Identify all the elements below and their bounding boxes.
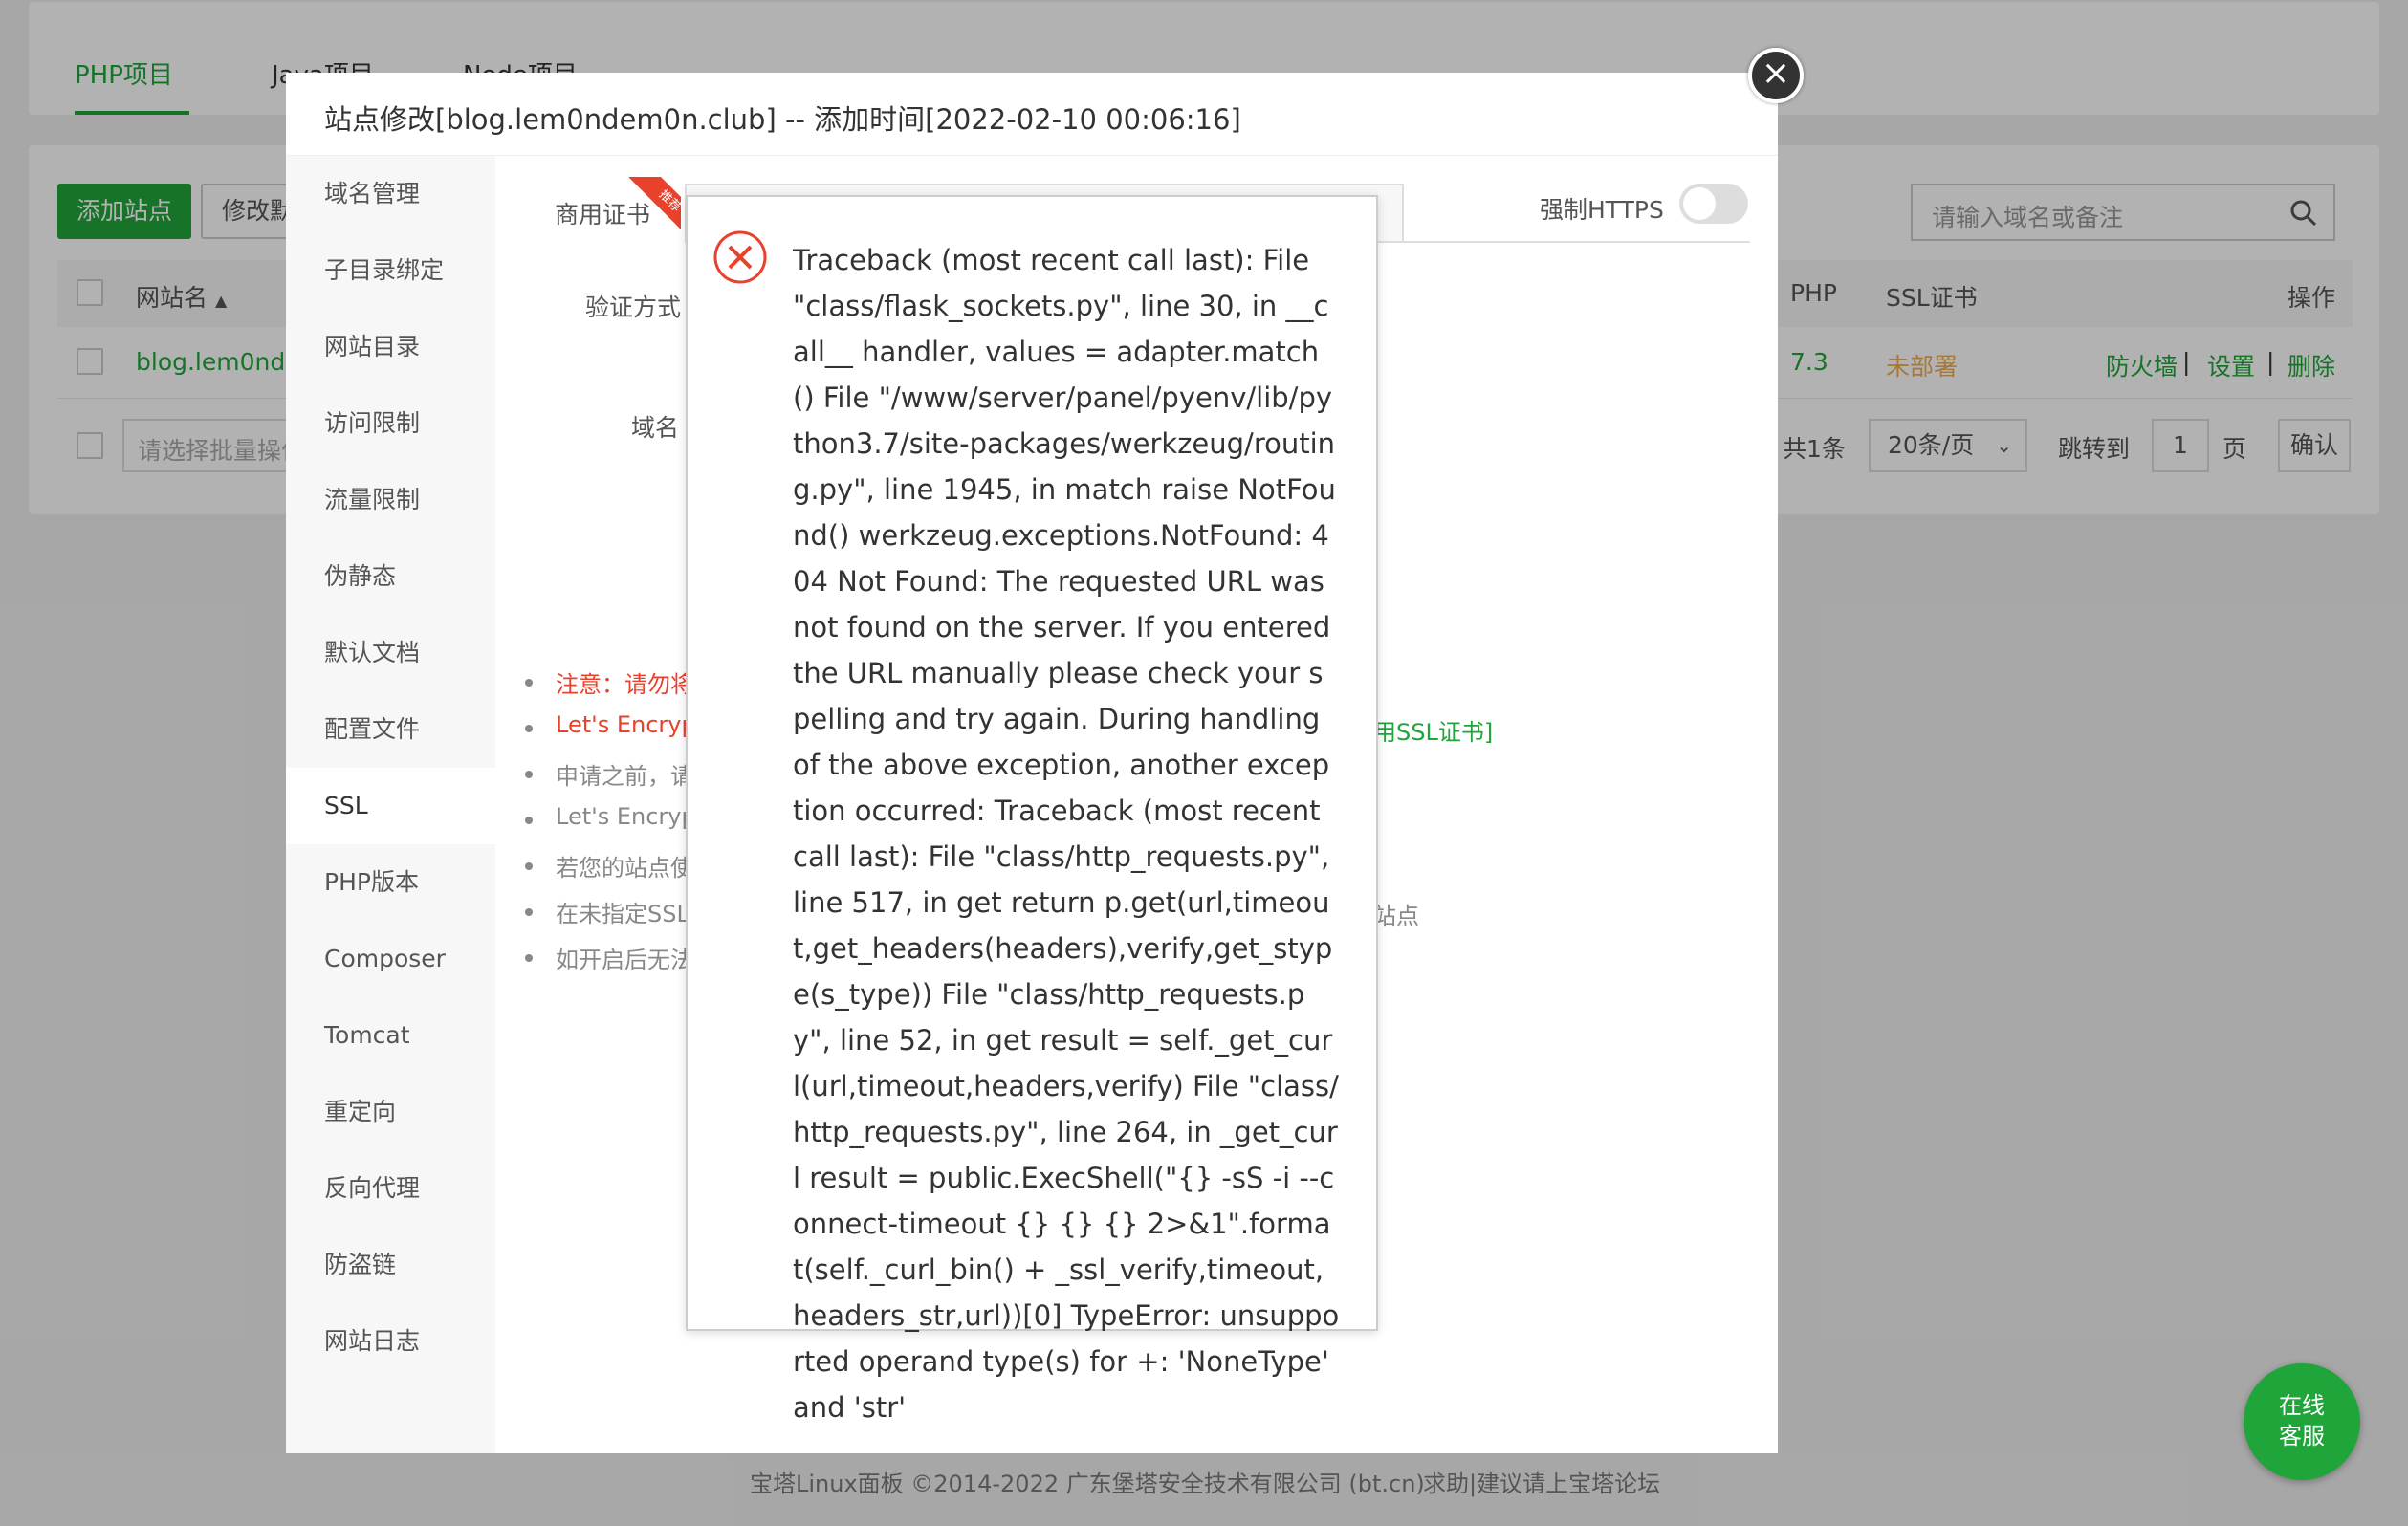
bullet-dot — [525, 817, 533, 824]
sidebar-item-site-log[interactable]: 网站日志 — [286, 1303, 495, 1380]
sidebar-item-redirect[interactable]: 重定向 — [286, 1074, 495, 1150]
sidebar-item-composer[interactable]: Composer — [286, 921, 495, 997]
ssl-note-item: Let's Encryp — [556, 711, 696, 738]
force-https-toggle[interactable] — [1679, 184, 1748, 224]
forum-link[interactable]: 求助|建议请上宝塔论坛 — [1423, 1465, 1660, 1498]
modal-sidebar: 域名管理 子目录绑定 网站目录 访问限制 流量限制 伪静态 默认文档 配置文件 SSL PHP版本… — [286, 156, 495, 1453]
sidebar-item-config-file[interactable]: 配置文件 — [286, 691, 495, 768]
modal-title: 站点修改[blog.lem0ndem0n.club] -- 添加时间[2022-… — [324, 103, 1241, 136]
sidebar-item-access-limit[interactable]: 访问限制 — [286, 385, 495, 462]
tab-divider — [1404, 241, 1750, 243]
modal-close-button[interactable]: × — [1748, 48, 1804, 103]
note-tail-link[interactable]: 用SSL证书] — [1373, 713, 1493, 747]
ssl-note-item: 申请之前，请 — [556, 763, 693, 790]
sidebar-item-php-version[interactable]: PHP版本 — [286, 844, 495, 921]
modal-header: 站点修改[blog.lem0ndem0n.club] -- 添加时间[2022-… — [286, 73, 1778, 156]
bullet-dot — [525, 725, 533, 732]
bullet-dot — [525, 862, 533, 870]
ribbon-label: 推荐 — [628, 177, 681, 236]
ssl-note-item: 在未指定SSL — [556, 901, 690, 927]
sidebar-item-ssl[interactable]: SSL — [286, 768, 495, 844]
online-support-button[interactable]: 在线 客服 — [2244, 1363, 2360, 1480]
sidebar-item-default-doc[interactable]: 默认文档 — [286, 615, 495, 691]
close-icon: × — [1761, 54, 1791, 93]
ssl-note-item: Let's Encryp — [556, 803, 696, 830]
ssl-note-item: 注意：请勿将 — [556, 671, 693, 698]
sidebar-item-reverse-proxy[interactable]: 反向代理 — [286, 1150, 495, 1227]
sidebar-item-tomcat[interactable]: Tomcat — [286, 997, 495, 1074]
sidebar-item-subdir[interactable]: 子目录绑定 — [286, 232, 495, 309]
sidebar-item-domain[interactable]: 域名管理 — [286, 156, 495, 232]
verify-method-label: 验证方式 — [585, 294, 682, 321]
bullet-dot — [525, 679, 533, 687]
sidebar-item-hotlink[interactable]: 防盗链 — [286, 1227, 495, 1303]
ssl-note-item: 如开启后无法 — [556, 947, 693, 973]
footer-copyright: 宝塔Linux面板 ©2014-2022 广东堡塔安全技术有限公司 (bt.cn… — [750, 1471, 1425, 1497]
bullet-dot — [525, 908, 533, 916]
error-message: Traceback (most recent call last): File … — [793, 244, 1340, 1424]
toggle-knob — [1683, 187, 1716, 220]
note-tail-text: 站点 — [1373, 903, 1419, 929]
recommended-ribbon: 推荐 — [622, 177, 681, 236]
domain-label: 域名 — [631, 414, 680, 442]
bullet-dot — [525, 954, 533, 962]
error-icon — [713, 230, 767, 284]
chat-label-1: 在线 — [2279, 1392, 2325, 1419]
sidebar-item-site-dir[interactable]: 网站目录 — [286, 309, 495, 385]
sidebar-item-rewrite[interactable]: 伪静态 — [286, 538, 495, 615]
ssl-note-item: 若您的站点使 — [556, 855, 693, 882]
sidebar-item-traffic-limit[interactable]: 流量限制 — [286, 462, 495, 538]
bullet-dot — [525, 771, 533, 778]
chat-label-2: 客服 — [2279, 1423, 2325, 1450]
force-https-label: 强制HTTPS — [1540, 196, 1664, 224]
